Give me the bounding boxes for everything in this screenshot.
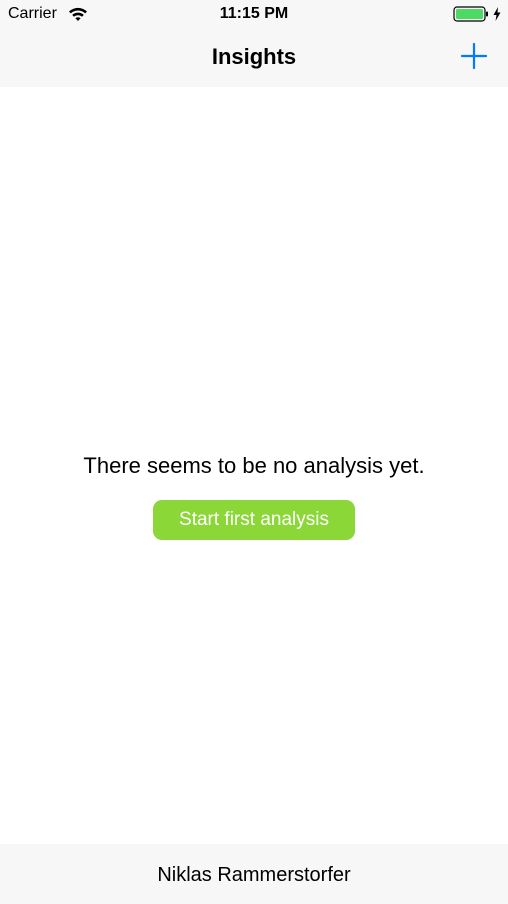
charging-bolt-icon <box>492 6 502 22</box>
empty-state-message: There seems to be no analysis yet. <box>83 453 425 478</box>
start-first-analysis-button[interactable]: Start first analysis <box>153 500 355 540</box>
plus-icon <box>460 42 488 70</box>
footer-author-label: Niklas Rammerstorfer <box>157 864 351 886</box>
status-time: 11:15 PM <box>219 5 289 22</box>
status-bar: Carrier 11:15 PM <box>0 0 508 28</box>
footer-bar: Niklas Rammerstorfer <box>0 844 508 904</box>
page-title: Insights <box>211 44 297 69</box>
navigation-bar: Insights <box>0 28 508 87</box>
add-analysis-button[interactable] <box>458 40 490 72</box>
battery-icon <box>453 6 489 22</box>
